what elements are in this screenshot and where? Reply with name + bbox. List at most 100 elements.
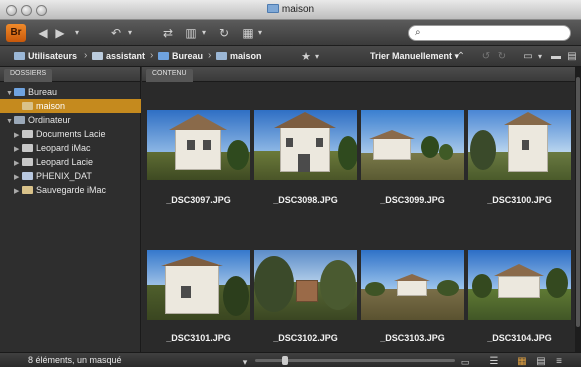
photo-shed [296,280,318,302]
rotate-left-icon[interactable]: ↺ [480,49,492,65]
photo-tree [227,140,249,170]
tree-item-leopard-lacie[interactable]: ▶ Leopard Lacie [0,155,141,169]
status-text: 8 éléments, un masqué [28,355,122,365]
thumbnail-filename: _DSC3098.JPG [273,195,338,205]
favorites-dropdown-icon[interactable]: ▾ [313,49,321,65]
get-photos-icon[interactable]: ⇄ [160,25,176,41]
drive-icon [22,130,33,138]
thumbnail-filename: _DSC3099.JPG [380,195,445,205]
delete-icon[interactable]: ▤ [566,49,578,65]
tree-item-documents-lacie[interactable]: ▶ Documents Lacie [0,127,141,141]
photo-window [203,140,211,150]
favorites-star-icon[interactable]: ★ [300,49,312,65]
output-dropdown-icon[interactable]: ▾ [256,25,264,41]
drive-icon [22,172,33,180]
breadcrumb-label: Utilisateurs [28,51,78,61]
drive-icon [22,158,33,166]
desktop-folder-icon [158,52,169,60]
folder-icon [266,4,279,13]
sort-ascending-icon[interactable]: ⌃ [455,49,467,65]
search-input[interactable]: ⌕ [408,25,571,41]
view-list-icon[interactable]: ≡ [552,354,566,367]
open-in-camera-raw-icon[interactable]: ▦ [240,25,256,41]
view-details-icon[interactable]: ▤ [534,354,548,367]
tree-item-sauvegarde-imac[interactable]: ▶ Sauvegarde iMac [0,183,141,197]
tab-folders[interactable]: DOSSIERS [4,69,53,82]
thumbnail-dsc3102[interactable] [254,250,357,320]
breadcrumb-item-bureau[interactable]: Bureau [158,51,203,61]
status-bar: 8 éléments, un masqué ▾ ▭ ☰ ▦ ▤ ≡ [0,352,581,367]
tree-item-label: Leopard Lacie [36,157,94,167]
back-arrow-icon[interactable]: ◀ [36,25,50,41]
tree-item-maison[interactable]: maison [0,99,141,113]
breadcrumb-item-maison[interactable]: maison [216,51,262,61]
open-recent-dropdown-icon[interactable]: ▾ [536,49,544,65]
photo-window [187,140,195,150]
photo-tree [365,282,385,296]
zoom-out-icon[interactable]: ▾ [240,354,250,367]
photo-tree [546,268,568,298]
thumbnail-dsc3104[interactable] [468,250,571,320]
thumbnail-dsc3101[interactable] [147,250,250,320]
sort-dropdown[interactable]: Trier Manuellement ▾ [370,51,459,62]
history-dropdown-icon[interactable]: ▾ [72,25,82,41]
thumbnail-filename: _DSC3097.JPG [166,195,231,205]
thumbnail-dsc3100[interactable] [468,110,571,180]
tree-item-label: Sauvegarde iMac [36,185,107,195]
content-scrollbar[interactable] [575,67,581,352]
content-panel: CONTENU _DSC3097.JPG _DSC3098.JPG _DSC30… [142,67,575,352]
breadcrumb-item-users[interactable]: Utilisateurs [14,51,77,61]
photo-window [522,140,529,150]
home-icon [92,52,103,60]
drive-icon [22,144,33,152]
thumbnail-size-slider-knob[interactable] [282,356,288,365]
bridge-logo-button[interactable]: Br [6,24,26,42]
breadcrumb-label: maison [230,51,262,61]
thumbnail-dsc3097[interactable] [147,110,250,180]
photo-house [165,264,219,314]
tree-item-ordinateur[interactable]: ▼ Ordinateur [0,113,141,127]
photo-tree [470,130,496,170]
folder-icon [216,52,227,60]
tree-item-label: PHENIX_DAT [36,171,92,181]
refine-icon[interactable]: ▥ [183,25,199,41]
breadcrumb-label: Bureau [172,51,204,61]
breadcrumb-item-assistant[interactable]: assistant [92,51,145,61]
photo-roof [161,256,223,266]
thumbnail-dsc3099[interactable] [361,110,464,180]
content-panel-header: CONTENU [142,67,575,82]
thumbnail-dsc3098[interactable] [254,110,357,180]
photo-tree [437,280,459,296]
thumbnail-dsc3103[interactable] [361,250,464,320]
tree-item-bureau[interactable]: ▼ Bureau [0,85,141,99]
scrollbar-thumb[interactable] [576,77,580,327]
folder-icon [22,102,33,110]
lock-thumbnail-grid-icon[interactable]: ☰ [488,354,500,367]
tree-item-label: Ordinateur [28,115,71,125]
tree-item-leopard-imac[interactable]: ▶ Leopard iMac [0,141,141,155]
computer-icon [14,116,25,124]
boomerang-icon[interactable]: ↶ [108,25,124,41]
tree-item-label: maison [36,101,66,111]
open-recent-icon[interactable]: ▭ [522,49,534,65]
tree-item-label: Documents Lacie [36,129,106,139]
refine-dropdown-icon[interactable]: ▾ [200,25,208,41]
window-title-wrap: maison [0,4,581,15]
tree-item-phenix-dat[interactable]: ▶ PHENIX_DAT [0,169,141,183]
zoom-in-icon[interactable]: ▭ [460,354,470,367]
tree-item-label: Leopard iMac [36,143,91,153]
disclosure-triangle-icon[interactable]: ▶ [14,185,22,199]
tab-content[interactable]: CONTENU [146,69,193,82]
forward-arrow-icon[interactable]: ▶ [53,25,67,41]
rotate-icon[interactable]: ↻ [216,25,232,41]
boomerang-dropdown-icon[interactable]: ▾ [126,25,134,41]
photo-tree [320,260,356,310]
breadcrumb-separator-icon: › [84,50,88,61]
photo-roof [369,130,415,139]
breadcrumb-separator-icon: › [150,50,154,61]
new-folder-icon[interactable]: ▬ [550,49,562,65]
breadcrumb-separator-icon: › [208,50,212,61]
view-thumbnails-icon[interactable]: ▦ [514,354,530,367]
rotate-right-icon[interactable]: ↻ [496,49,508,65]
photo-window [286,138,293,147]
